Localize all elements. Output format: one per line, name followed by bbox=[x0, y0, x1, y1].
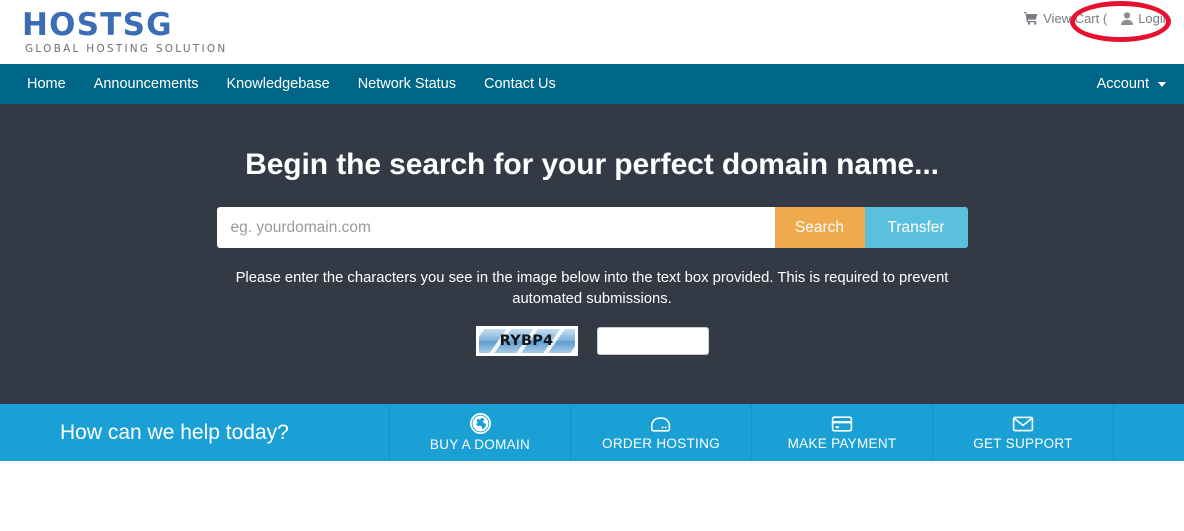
help-tile-order-hosting[interactable]: ORDER HOSTING bbox=[571, 404, 752, 461]
captcha-image: RYBP4 bbox=[475, 326, 578, 356]
captcha-row: RYBP4 bbox=[475, 326, 709, 356]
help-bar: How can we help today? BUY A DOMAIN ORDE… bbox=[0, 404, 1184, 461]
nav-items: Home Announcements Knowledgebase Network… bbox=[0, 64, 570, 104]
transfer-button[interactable]: Transfer bbox=[864, 207, 968, 248]
captcha-input[interactable] bbox=[596, 327, 709, 355]
logo-wordmark: HOSTSG bbox=[22, 7, 173, 43]
help-bar-filler bbox=[1114, 404, 1184, 461]
main-navigation: Home Announcements Knowledgebase Network… bbox=[0, 64, 1184, 104]
captcha-code-text: RYBP4 bbox=[499, 333, 554, 349]
chevron-down-icon bbox=[1158, 81, 1166, 87]
nav-right-section: Account bbox=[1097, 76, 1166, 92]
nav-item-contact-us[interactable]: Contact Us bbox=[470, 64, 570, 104]
help-tile-buy-a-domain[interactable]: BUY A DOMAIN bbox=[390, 404, 571, 461]
site-header: HOSTSG GLOBAL HOSTING SOLUTION View Cart… bbox=[0, 0, 1184, 64]
login-label: Login bbox=[1138, 11, 1170, 26]
account-label: Account bbox=[1096, 76, 1149, 92]
user-icon bbox=[1121, 12, 1134, 25]
shopping-cart-icon bbox=[1024, 12, 1038, 25]
site-logo[interactable]: HOSTSG GLOBAL HOSTING SOLUTION bbox=[22, 9, 227, 56]
globe-icon bbox=[469, 413, 491, 434]
search-button[interactable]: Search bbox=[774, 207, 865, 248]
hero-section: Begin the search for your perfect domain… bbox=[0, 104, 1184, 404]
header-utility-links: View Cart ( Login bbox=[1024, 11, 1170, 26]
captcha-instructions: Please enter the characters you see in t… bbox=[235, 270, 949, 307]
view-cart-link[interactable]: View Cart ( bbox=[1024, 11, 1107, 26]
credit-card-icon bbox=[831, 415, 853, 433]
nav-item-knowledgebase[interactable]: Knowledgebase bbox=[212, 64, 343, 104]
nav-item-network-status[interactable]: Network Status bbox=[344, 64, 470, 104]
help-tile-label: MAKE PAYMENT bbox=[787, 435, 897, 451]
help-tile-get-support[interactable]: GET SUPPORT bbox=[933, 404, 1114, 461]
login-link[interactable]: Login bbox=[1121, 11, 1170, 26]
server-icon bbox=[650, 414, 672, 433]
page-title: Begin the search for your perfect domain… bbox=[245, 148, 939, 181]
domain-search-input[interactable] bbox=[216, 207, 775, 248]
page-bottom-whitespace bbox=[0, 461, 1184, 531]
nav-item-home[interactable]: Home bbox=[13, 64, 80, 104]
help-tile-make-payment[interactable]: MAKE PAYMENT bbox=[752, 404, 933, 461]
view-cart-label: View Cart ( bbox=[1043, 11, 1108, 26]
help-tile-label: BUY A DOMAIN bbox=[429, 437, 531, 452]
domain-search-bar: Search Transfer bbox=[216, 207, 968, 248]
help-bar-title: How can we help today? bbox=[0, 404, 390, 461]
help-tile-label: GET SUPPORT bbox=[973, 435, 1073, 451]
nav-item-announcements[interactable]: Announcements bbox=[80, 64, 213, 104]
account-dropdown[interactable]: Account bbox=[1097, 76, 1166, 92]
help-tile-label: ORDER HOSTING bbox=[602, 436, 720, 451]
envelope-icon bbox=[1012, 415, 1034, 433]
logo-tagline: GLOBAL HOSTING SOLUTION bbox=[25, 43, 228, 55]
